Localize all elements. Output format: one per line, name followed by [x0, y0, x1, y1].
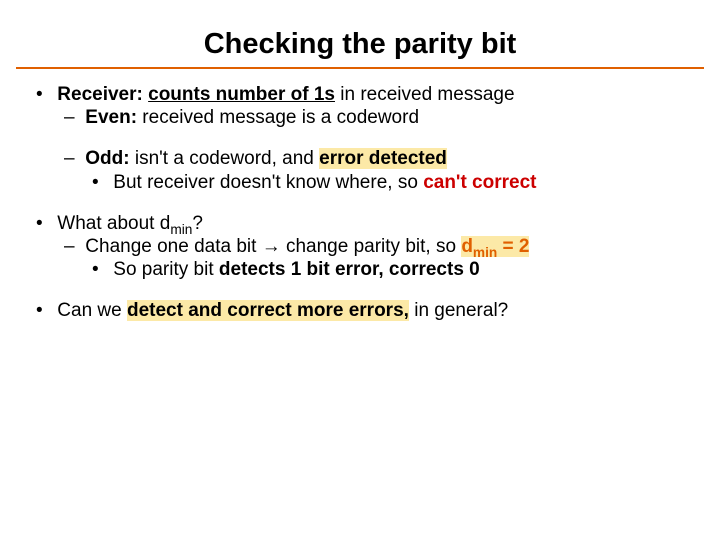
text: Change one data bit: [85, 236, 261, 257]
text: Receiver:: [57, 84, 143, 105]
text: change parity bit, so: [281, 236, 462, 257]
bullet-detects-corrects: So parity bit detects 1 bit error, corre…: [86, 258, 690, 281]
text: isn't a codeword, and: [130, 148, 320, 169]
bullet-more-errors: Can we detect and correct more errors, i…: [30, 299, 690, 322]
text: What about: [57, 213, 159, 234]
text: detects 1 bit error, corrects 0: [219, 259, 480, 280]
text: in general?: [409, 300, 508, 321]
title-rule: [16, 67, 704, 69]
text-red: can't correct: [423, 172, 536, 193]
text: ?: [192, 213, 203, 234]
spacer: [30, 281, 690, 299]
bullet-change-bit: Change one data bit → change parity bit,…: [58, 235, 690, 258]
text: Odd:: [85, 148, 129, 169]
text-underline: counts number of 1s: [148, 84, 335, 105]
dmin-d: d: [461, 236, 473, 257]
text: So parity bit: [113, 259, 219, 280]
bullet-receiver: Receiver: counts number of 1s in receive…: [30, 83, 690, 106]
bullet-dmin: What about dmin?: [30, 212, 690, 235]
highlight-more-errors: detect and correct more errors,: [127, 300, 409, 321]
highlight-error-detected: error detected: [319, 148, 447, 169]
text: = 2: [497, 236, 529, 257]
spacer: [30, 194, 690, 212]
arrow-icon: →: [262, 236, 281, 257]
slide: Checking the parity bit Receiver: counts…: [0, 28, 720, 540]
dmin-d: d: [160, 213, 171, 234]
slide-title: Checking the parity bit: [0, 28, 720, 61]
text: Even:: [85, 107, 137, 128]
slide-body: Receiver: counts number of 1s in receive…: [30, 83, 690, 322]
text: in received message: [335, 84, 515, 105]
spacer: [30, 129, 690, 147]
bullet-odd: Odd: isn't a codeword, and error detecte…: [58, 147, 690, 170]
bullet-cant-correct: But receiver doesn't know where, so can'…: [86, 171, 690, 194]
highlight-dmin-2: dmin = 2: [461, 236, 529, 257]
text: received message is a codeword: [137, 107, 419, 128]
bullet-even: Even: received message is a codeword: [58, 106, 690, 129]
text: But receiver doesn't know where, so: [113, 172, 423, 193]
text: Can we: [57, 300, 127, 321]
